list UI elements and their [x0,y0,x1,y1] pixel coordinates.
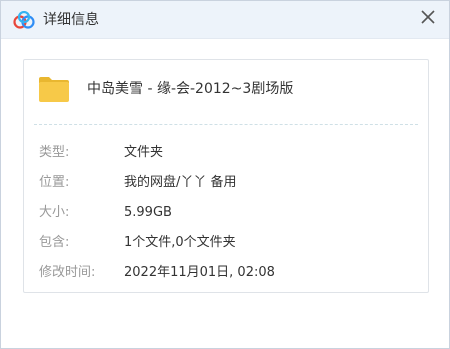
file-name: 中岛美雪 - 缘-会-2012~3剧场版 [87,81,294,97]
detail-row-contains: 包含: 1个文件,0个文件夹 [39,233,419,253]
detail-value: 文件夹 [124,145,164,160]
close-icon [421,9,435,28]
close-button[interactable] [415,5,441,31]
detail-label: 修改时间: [39,265,96,280]
detail-label: 位置: [39,175,70,190]
detail-row-size: 大小: 5.99GB [39,203,419,223]
detail-label: 大小: [39,205,70,220]
detail-row-type: 类型: 文件夹 [39,143,419,163]
title-bar[interactable]: 详细信息 [1,1,449,39]
details-dialog: 详细信息 中岛美雪 - 缘-会-2012~3剧场版 类型: 文件夹 位置: 我的… [0,0,450,349]
detail-label: 类型: [39,145,70,160]
detail-value: 1个文件,0个文件夹 [124,235,236,250]
dialog-title: 详细信息 [43,12,99,28]
folder-icon [38,75,70,103]
detail-label: 包含: [39,235,70,250]
detail-value: 2022年11月01日, 02:08 [124,265,275,280]
detail-value: 5.99GB [124,205,172,220]
detail-row-modified: 修改时间: 2022年11月01日, 02:08 [39,263,419,283]
divider [34,124,418,125]
detail-value: 我的网盘/丫丫 备用 [124,175,237,190]
baidu-netdisk-logo-icon [13,10,35,29]
file-info-panel: 中岛美雪 - 缘-会-2012~3剧场版 类型: 文件夹 位置: 我的网盘/丫丫… [23,59,429,293]
detail-row-location: 位置: 我的网盘/丫丫 备用 [39,173,419,193]
